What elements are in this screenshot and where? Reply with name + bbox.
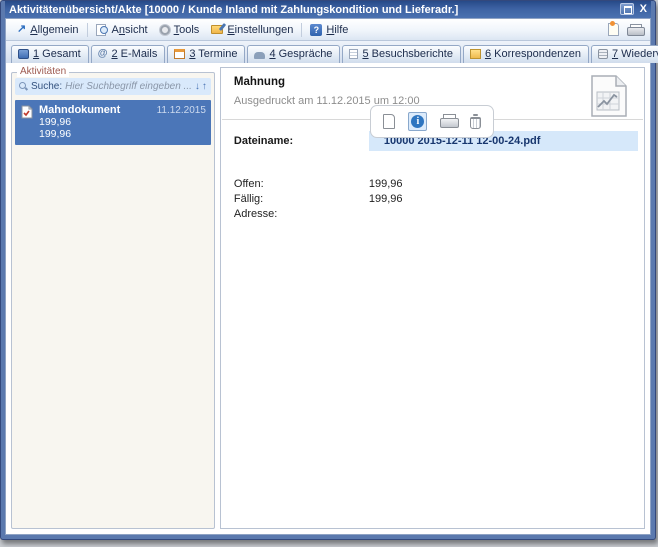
app-window: Aktivitätenübersicht/Akte [10000 / Kunde… [0,0,658,540]
field-row-faellig: Fällig: 199,96 [234,193,638,205]
detail-title: Mahnung [233,76,285,88]
arrow-ne-icon: ↗ [17,23,27,35]
search-prev-button[interactable]: ↑ [202,81,207,92]
at-icon: @ [97,48,108,59]
offen-label: Offen: [233,178,264,190]
detail-fields: Dateiname: 10000 2015-12-11 12-00-24.pdf… [234,131,638,220]
field-row-offen: Offen: 199,96 [234,178,638,190]
help-icon: ? [310,23,323,36]
search-next-button[interactable]: ↓ [195,81,200,92]
list-item-mahndokument[interactable]: Mahndokument 11.12.2015 199,96 199,96 [15,100,211,145]
close-button[interactable]: X [638,3,649,15]
tab-termine-label: 3 Termine [189,48,238,60]
list-item-amount-open: 199,96 [39,116,72,128]
menu-separator [86,22,88,37]
mail-folder-icon [469,49,481,59]
menu-ansicht[interactable]: Ansicht [90,22,154,38]
gear-icon [159,24,170,35]
tab-wiedervorlagen-label: 7 Wiedervorlagen [611,48,658,60]
list-item-amount-due: 199,96 [39,128,72,140]
field-row-adresse: Adresse: [234,208,638,220]
search-label: Suche: [31,81,63,92]
tab-emails[interactable]: @ 2 E-Mails [90,45,166,63]
offen-value: 199,96 [368,178,403,190]
info-icon[interactable]: i [408,112,428,131]
tab-besuchsberichte[interactable]: 5 Besuchsberichte [342,45,461,63]
view-magnifier-icon [95,24,108,36]
new-note-icon[interactable] [608,21,619,36]
activities-group-label: Aktivitäten [17,66,70,77]
maximize-button[interactable] [619,3,634,15]
tabbar: 1 Gesamt @ 2 E-Mails 3 Termine 4 Gespräc… [6,41,658,63]
copy-document-icon[interactable] [383,114,396,129]
tab-gespraeche[interactable]: 4 Gespräche [247,45,341,63]
filename-label: Dateiname: [233,135,294,147]
phone-icon [254,51,266,59]
menu-einstellungen-label: Einstellungen [227,23,294,36]
search-placeholder: Hier Suchbegriff eingeben ... [65,81,192,92]
tab-gesamt-label: 1 Gesamt [33,48,81,60]
menu-separator [301,22,303,37]
tab-emails-label: 2 E-Mails [111,48,158,60]
delete-icon[interactable] [470,114,482,129]
search-input[interactable]: Suche: Hier Suchbegriff eingeben ... ↓ ↑ [15,78,211,95]
menubar: ↗ Allgemein Ansicht Tools Einstellungen … [6,19,650,41]
menu-hilfe-label: Hilfe [326,23,349,36]
tab-gesamt[interactable]: 1 Gesamt [11,45,89,63]
window-title: Aktivitätenübersicht/Akte [10000 / Kunde… [9,3,459,16]
menu-hilfe[interactable]: ? Hilfe [304,22,354,38]
activities-list: Mahndokument 11.12.2015 199,96 199,96 [15,100,211,145]
pdf-document-icon [21,105,33,119]
monitor-icon [18,49,29,59]
menu-allgemein-label: Allgemein [30,23,79,36]
tab-wiedervorlagen[interactable]: 7 Wiedervorlagen [590,45,658,63]
journal-icon [597,49,608,59]
content-area: Aktivitäten Suche: Hier Suchbegriff eing… [6,63,650,534]
list-item-date: 11.12.2015 [156,105,206,116]
menu-tools-label: Tools [173,23,200,36]
faellig-label: Fällig: [233,193,264,205]
tab-gespraeche-label: 4 Gespräche [269,48,333,60]
faellig-value: 199,96 [368,193,403,205]
calendar-icon [174,49,186,59]
print-icon[interactable] [440,114,460,129]
adresse-label: Adresse: [233,208,278,220]
document-icon [349,49,359,59]
tab-korrespondenzen-label: 6 Korrespondenzen [484,48,581,60]
menu-ansicht-label: Ansicht [111,23,148,36]
titlebar[interactable]: Aktivitätenübersicht/Akte [10000 / Kunde… [5,1,651,18]
menu-einstellungen[interactable]: Einstellungen [205,22,299,38]
menu-allgemein[interactable]: ↗ Allgemein [11,22,85,38]
folder-pencil-icon [211,25,224,34]
document-toolbar: i [370,105,495,138]
printer-icon[interactable] [627,23,645,36]
tab-termine[interactable]: 3 Termine [167,45,246,63]
activities-groupbox: Aktivitäten Suche: Hier Suchbegriff eing… [11,66,215,529]
chart-report-icon [591,75,627,117]
tab-korrespondenzen[interactable]: 6 Korrespondenzen [462,45,589,63]
menu-tools[interactable]: Tools [154,22,206,38]
tab-besuchsberichte-label: 5 Besuchsberichte [362,48,453,60]
mahnung-detail-panel: Mahnung Ausgedruckt am 11.12.2015 um 12:… [219,67,645,529]
search-icon [19,82,28,91]
